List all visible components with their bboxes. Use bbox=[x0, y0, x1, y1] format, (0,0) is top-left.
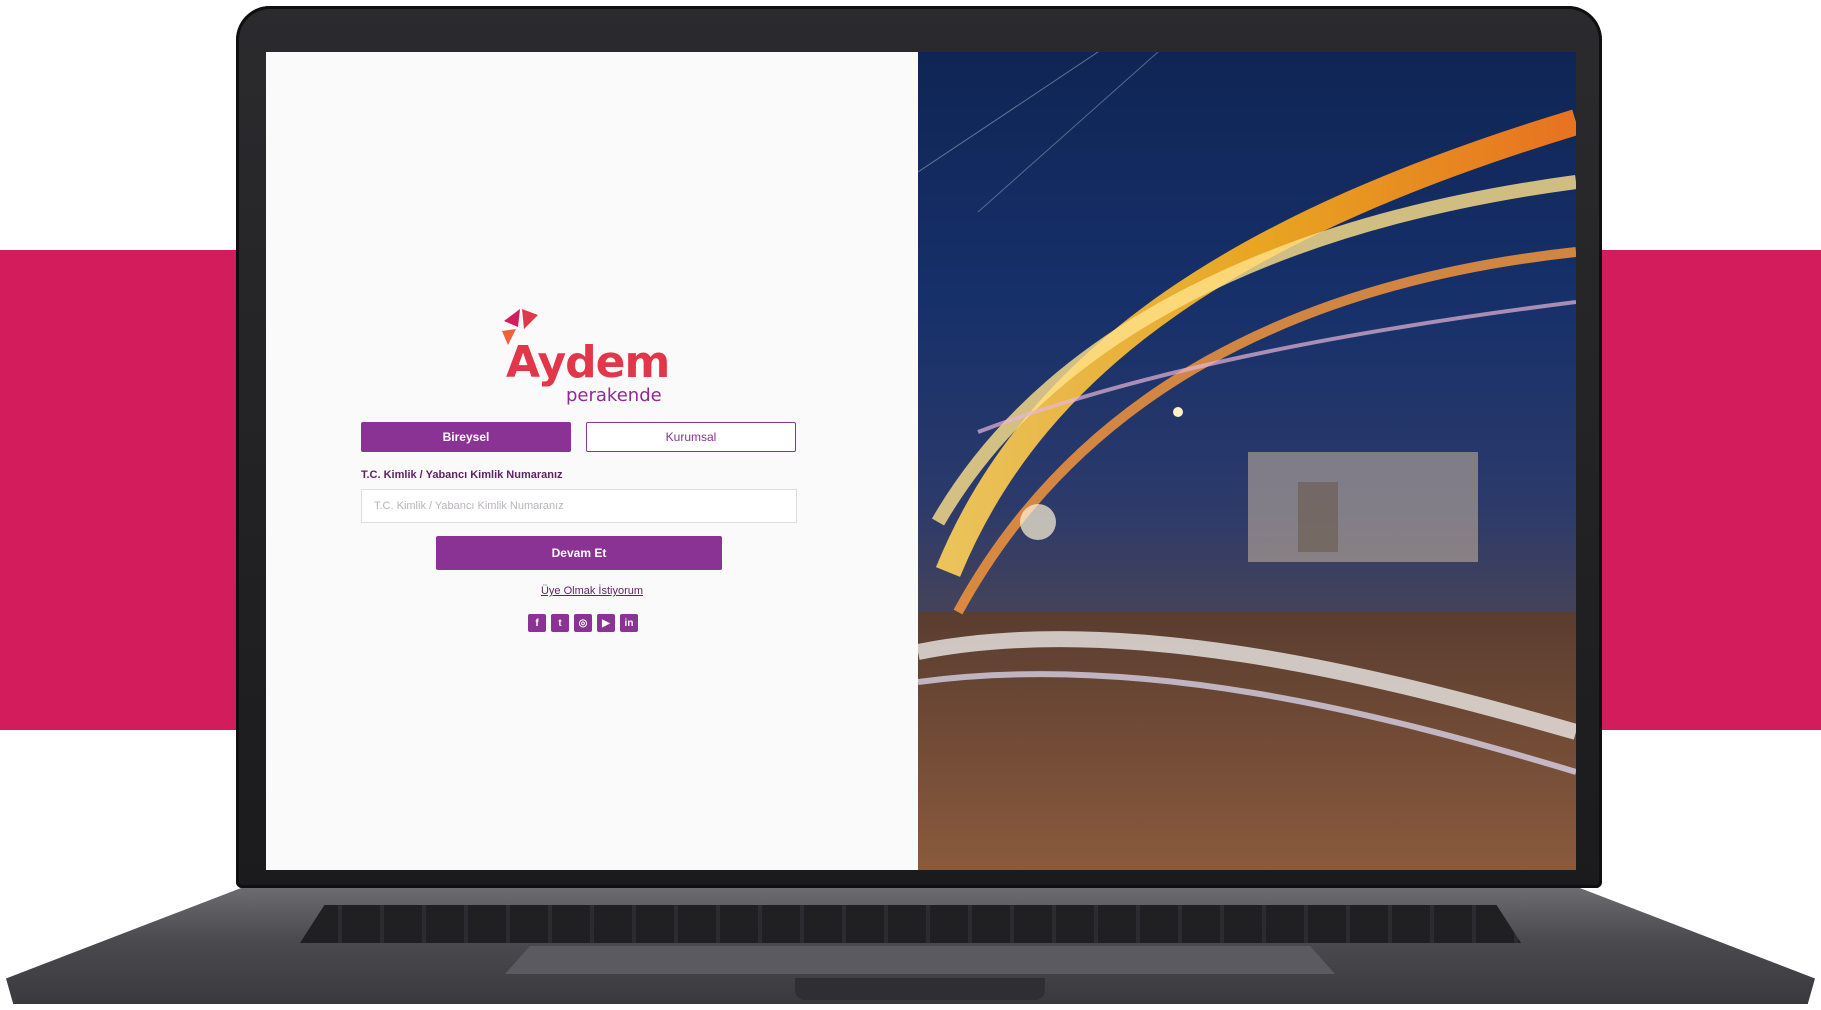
login-panel: Aydem perakende Bireysel Kurumsal T.C. K… bbox=[266, 52, 918, 870]
id-field-label: T.C. Kimlik / Yabancı Kimlik Numaranız bbox=[361, 469, 563, 481]
hero-image bbox=[918, 52, 1576, 870]
trackpad bbox=[505, 946, 1335, 974]
continue-button[interactable]: Devam Et bbox=[436, 536, 722, 570]
keyboard bbox=[300, 905, 1521, 943]
social-links: f t ◎ ▶ in bbox=[528, 614, 638, 632]
facebook-icon[interactable]: f bbox=[528, 614, 546, 632]
linkedin-icon[interactable]: in bbox=[620, 614, 638, 632]
signup-link[interactable]: Üye Olmak İstiyorum bbox=[266, 585, 918, 597]
logo-wordmark: Aydem bbox=[506, 337, 670, 388]
instagram-icon[interactable]: ◎ bbox=[574, 614, 592, 632]
laptop-front-notch bbox=[795, 978, 1045, 1000]
laptop-screen: Aydem perakende Bireysel Kurumsal T.C. K… bbox=[266, 52, 1576, 870]
tab-kurumsal[interactable]: Kurumsal bbox=[586, 422, 796, 452]
youtube-icon[interactable]: ▶ bbox=[597, 614, 615, 632]
id-number-input[interactable] bbox=[361, 489, 797, 523]
twitter-icon[interactable]: t bbox=[551, 614, 569, 632]
logo-subtitle: perakende bbox=[566, 385, 662, 406]
light-trails-illustration bbox=[918, 52, 1576, 870]
tab-bireysel[interactable]: Bireysel bbox=[361, 422, 571, 452]
